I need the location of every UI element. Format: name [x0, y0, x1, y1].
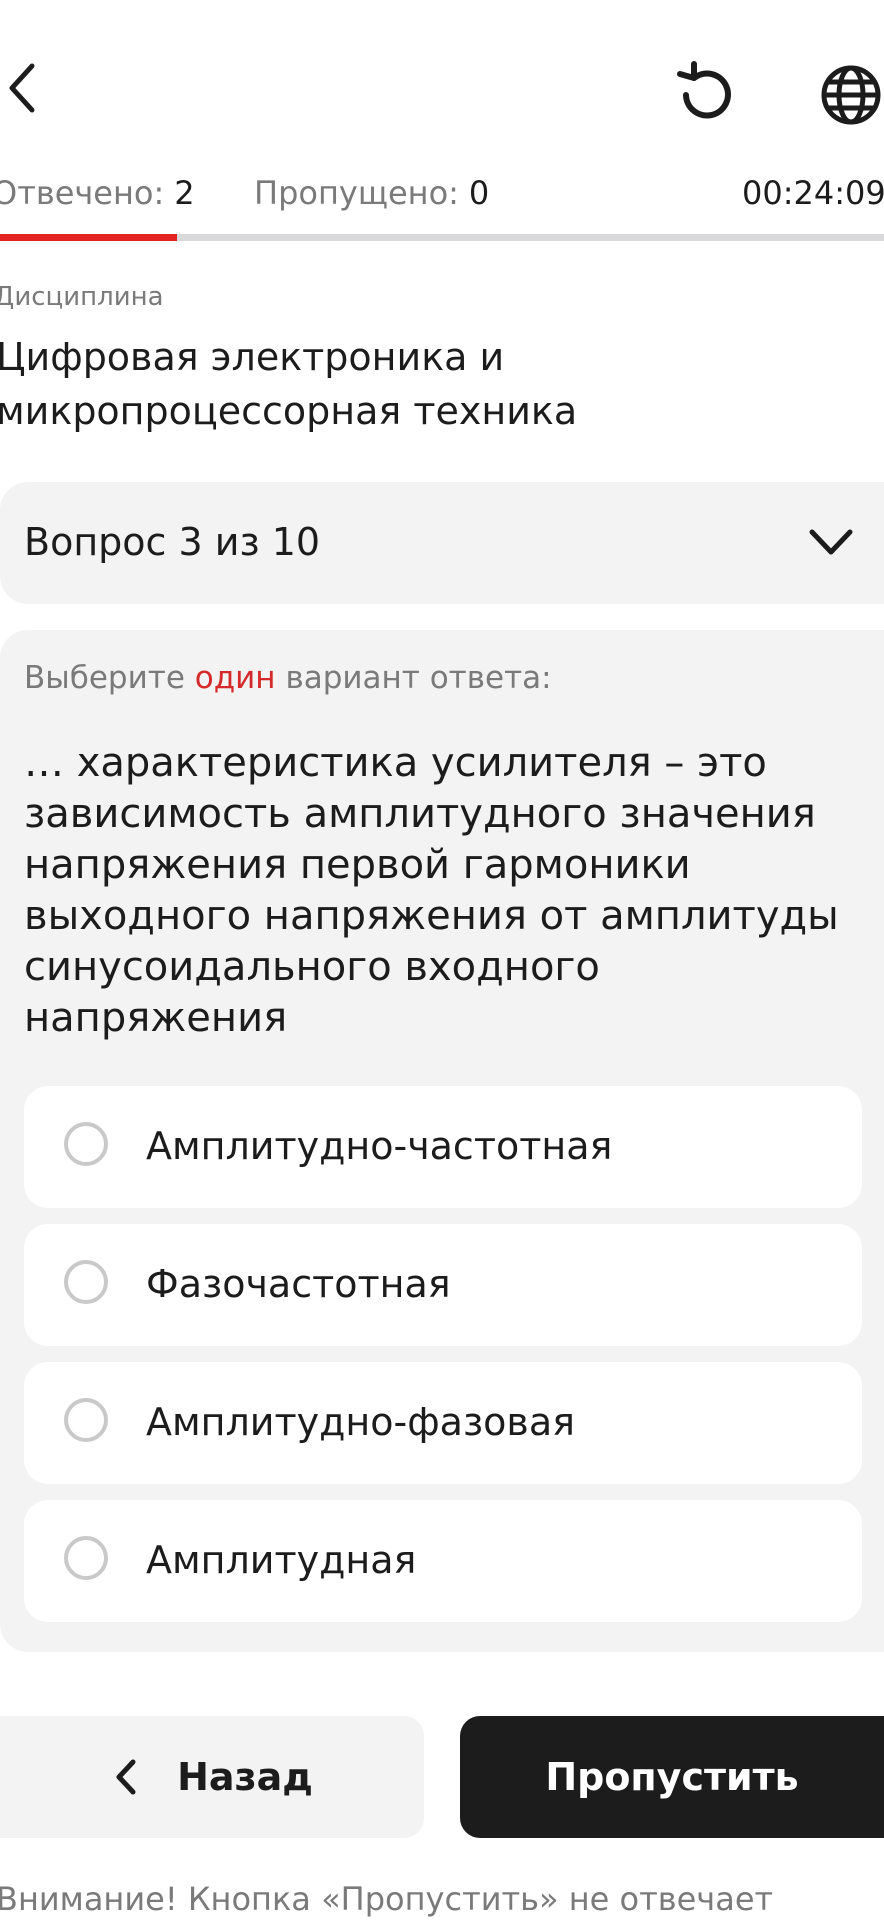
chevron-left-icon[interactable]	[2, 58, 46, 118]
instruction-accent: один	[194, 660, 276, 696]
chevron-down-icon	[809, 529, 853, 555]
question-card: Выберите один вариант ответа: … характер…	[0, 630, 884, 1652]
skip-warning: Внимание! Кнопка «Пропустить» не отвечае…	[0, 1880, 774, 1918]
answered-count: 2	[174, 174, 195, 212]
back-button-label: Назад	[177, 1755, 313, 1799]
back-button[interactable]: Назад	[0, 1716, 424, 1838]
discipline-title: Цифровая электроника и микропроцессорная…	[0, 335, 578, 433]
progress-bar	[0, 234, 884, 241]
timer: 00:24:09	[742, 174, 884, 212]
answer-option-label: Амплитудная	[146, 1538, 417, 1582]
skipped-stat: Пропущено: 0	[254, 174, 489, 212]
globe-icon[interactable]	[818, 60, 884, 130]
progress-stats: Отвечено: 2 Пропущено: 0 00:24:09	[0, 174, 884, 214]
answered-stat: Отвечено: 2	[0, 174, 195, 212]
answer-options: Амплитудно-частотная Фазочастотная Ампли…	[24, 1086, 862, 1638]
answer-option-label: Амплитудно-фазовая	[146, 1400, 575, 1444]
skip-button-label: Пропустить	[545, 1755, 799, 1799]
radio-unselected-icon[interactable]	[64, 1260, 108, 1304]
answer-instruction: Выберите один вариант ответа:	[24, 660, 552, 696]
answer-option-label: Амплитудно-частотная	[146, 1124, 613, 1168]
instruction-prefix: Выберите	[24, 660, 185, 696]
top-bar	[0, 0, 884, 180]
skipped-count: 0	[468, 174, 490, 212]
answer-option[interactable]: Амплитудно-фазовая	[24, 1362, 862, 1484]
radio-unselected-icon[interactable]	[64, 1536, 108, 1580]
progress-bar-fill	[0, 234, 177, 241]
reset-icon[interactable]	[672, 60, 742, 130]
answered-label: Отвечено:	[0, 174, 165, 212]
radio-unselected-icon[interactable]	[64, 1122, 108, 1166]
chevron-left-icon	[116, 1759, 136, 1795]
answer-option-label: Фазочастотная	[146, 1262, 451, 1306]
skip-button[interactable]: Пропустить	[460, 1716, 884, 1838]
discipline-label: Дисциплина	[0, 282, 164, 312]
radio-unselected-icon[interactable]	[64, 1398, 108, 1442]
answer-option[interactable]: Амплитудная	[24, 1500, 862, 1622]
skipped-label: Пропущено:	[254, 174, 459, 212]
question-counter: Вопрос 3 из 10	[24, 520, 321, 564]
question-text: … характеристика усилителя – это зависим…	[24, 740, 839, 1041]
instruction-suffix: вариант ответа:	[285, 660, 552, 696]
answer-option[interactable]: Амплитудно-частотная	[24, 1086, 862, 1208]
answer-option[interactable]: Фазочастотная	[24, 1224, 862, 1346]
question-selector[interactable]: Вопрос 3 из 10	[0, 482, 884, 604]
